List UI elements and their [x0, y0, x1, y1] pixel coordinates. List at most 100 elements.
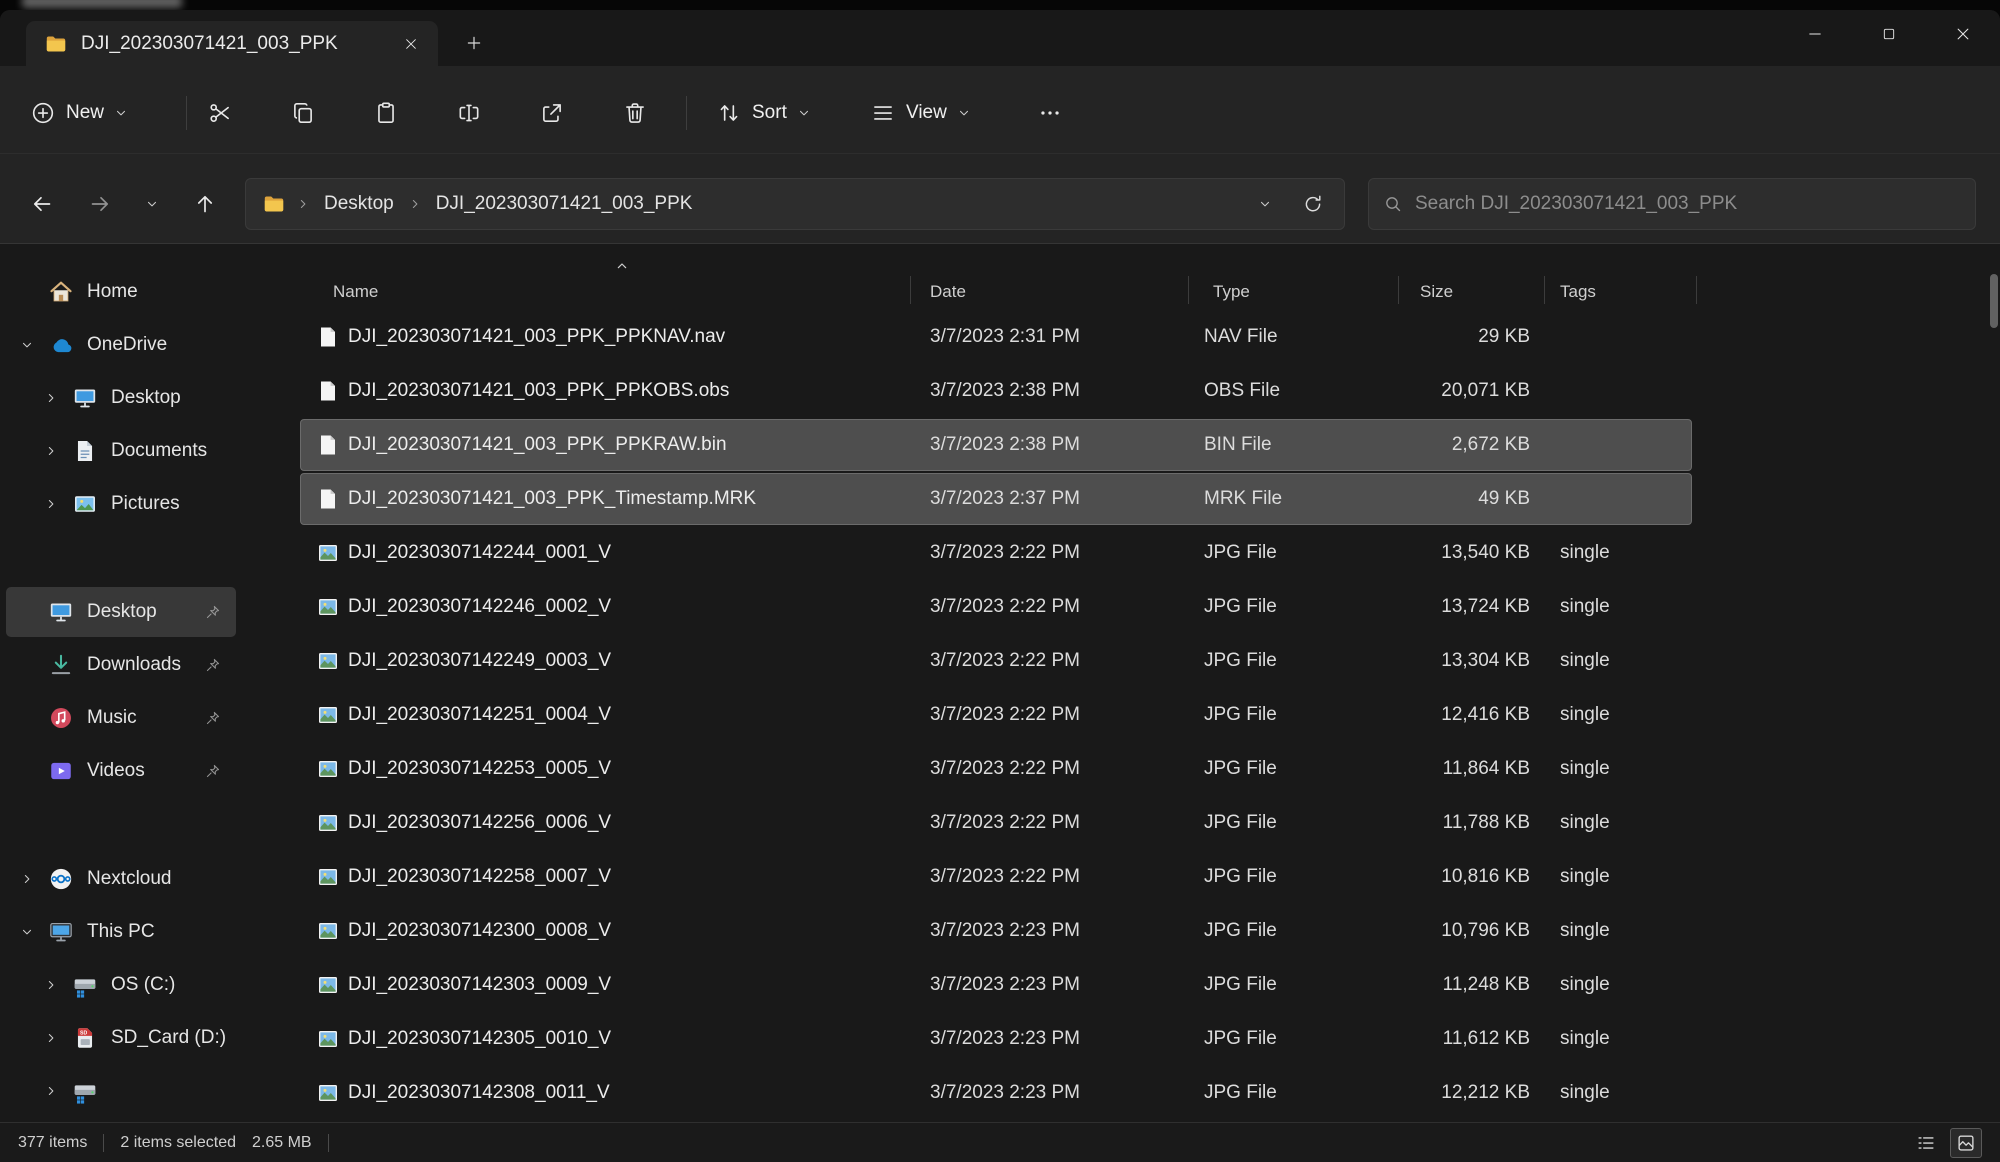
- expander: [44, 1084, 70, 1098]
- chevron-right-icon[interactable]: [44, 391, 58, 405]
- scrollbar-thumb[interactable]: [1990, 274, 1998, 328]
- image-file-icon: [316, 648, 340, 674]
- status-bar: 377 items 2 items selected 2.65 MB: [0, 1122, 2000, 1162]
- close-button[interactable]: [1926, 10, 2000, 58]
- file-date: 3/7/2023 2:23 PM: [930, 920, 1080, 942]
- forward-button[interactable]: [78, 182, 122, 226]
- new-button[interactable]: New: [28, 90, 130, 136]
- refresh-button[interactable]: [1302, 193, 1324, 215]
- maximize-icon: [1881, 26, 1897, 42]
- chevron-down-icon[interactable]: [20, 925, 34, 939]
- chevron-right-icon[interactable]: [20, 872, 34, 886]
- column-header-type[interactable]: Type: [1213, 282, 1250, 302]
- sidebar-item-pictures[interactable]: Pictures: [6, 479, 236, 529]
- file-row[interactable]: DJI_20230307142249_0003_V3/7/2023 2:22 P…: [242, 634, 2000, 688]
- breadcrumb-item[interactable]: Desktop: [318, 190, 400, 218]
- file-date: 3/7/2023 2:22 PM: [930, 542, 1080, 564]
- file-row[interactable]: DJI_20230307142256_0006_V3/7/2023 2:22 P…: [242, 796, 2000, 850]
- file-date: 3/7/2023 2:23 PM: [930, 974, 1080, 996]
- file-row[interactable]: DJI_20230307142246_0002_V3/7/2023 2:22 P…: [242, 580, 2000, 634]
- file-size: 13,304 KB: [1342, 650, 1530, 672]
- chevron-right-icon[interactable]: [44, 444, 58, 458]
- new-tab-button[interactable]: [458, 27, 490, 59]
- up-button[interactable]: [183, 182, 227, 226]
- sidebar-item-downloads[interactable]: Downloads: [6, 640, 236, 690]
- details-view-button[interactable]: [1910, 1128, 1942, 1158]
- file-row[interactable]: DJI_20230307142303_0009_V3/7/2023 2:23 P…: [242, 958, 2000, 1012]
- file-name: DJI_20230307142305_0010_V: [348, 1028, 611, 1050]
- file-row[interactable]: DJI_20230307142305_0010_V3/7/2023 2:23 P…: [242, 1012, 2000, 1066]
- file-type: JPG File: [1204, 1028, 1277, 1050]
- sidebar-item-sd-card-d[interactable]: SDSD_Card (D:): [6, 1013, 236, 1063]
- sidebar-item-desktop[interactable]: Desktop: [6, 587, 236, 637]
- search-input[interactable]: [1415, 193, 1961, 215]
- share-button[interactable]: [524, 86, 580, 140]
- delete-button[interactable]: [607, 86, 663, 140]
- copy-button[interactable]: [275, 86, 331, 140]
- breadcrumb-item[interactable]: DJI_202303071421_003_PPK: [430, 190, 699, 218]
- sidebar-item-nextcloud[interactable]: Nextcloud: [6, 854, 236, 904]
- sort-ascending-icon: [614, 258, 630, 274]
- more-options-button[interactable]: [1022, 86, 1078, 140]
- back-button[interactable]: [20, 182, 64, 226]
- maximize-button[interactable]: [1852, 10, 1926, 58]
- file-row[interactable]: DJI_20230307142308_0011_V3/7/2023 2:23 P…: [242, 1066, 2000, 1120]
- view-button[interactable]: View: [858, 90, 983, 136]
- column-header-size[interactable]: Size: [1420, 282, 1453, 302]
- sidebar-item-home[interactable]: Home: [6, 267, 236, 317]
- breadcrumb-chevron-icon: [408, 197, 422, 211]
- address-bar[interactable]: Desktop DJI_202303071421_003_PPK: [245, 178, 1345, 230]
- file-date: 3/7/2023 2:22 PM: [930, 758, 1080, 780]
- chevron-right-icon[interactable]: [44, 497, 58, 511]
- sidebar-item-onedrive[interactable]: OneDrive: [6, 320, 236, 370]
- rename-icon: [456, 100, 482, 126]
- file-row[interactable]: DJI_20230307142300_0008_V3/7/2023 2:23 P…: [242, 904, 2000, 958]
- address-dropdown-icon[interactable]: [1258, 197, 1272, 211]
- sidebar-item-desktop[interactable]: Desktop: [6, 373, 236, 423]
- file-row[interactable]: DJI_20230307142258_0007_V3/7/2023 2:22 P…: [242, 850, 2000, 904]
- sidebar-item-clipped[interactable]: [6, 1066, 236, 1116]
- chevron-down-icon: [114, 106, 128, 120]
- sidebar-item-os-c[interactable]: OS (C:): [6, 960, 236, 1010]
- sd-card-icon: SD: [72, 1025, 98, 1051]
- image-file-icon: [316, 1080, 340, 1106]
- explorer-tab[interactable]: DJI_202303071421_003_PPK: [26, 21, 438, 66]
- chevron-right-icon[interactable]: [44, 978, 58, 992]
- pin-icon: [204, 656, 222, 674]
- file-row[interactable]: DJI_202303071421_003_PPK_PPKOBS.obs3/7/2…: [242, 364, 2000, 418]
- cut-button[interactable]: [192, 86, 248, 140]
- large-icons-view-button[interactable]: [1950, 1128, 1982, 1158]
- file-date: 3/7/2023 2:37 PM: [930, 488, 1080, 510]
- file-row[interactable]: DJI_20230307142244_0001_V3/7/2023 2:22 P…: [242, 526, 2000, 580]
- rename-button[interactable]: [441, 86, 497, 140]
- sort-button[interactable]: Sort: [704, 90, 823, 136]
- sidebar-item-videos[interactable]: Videos: [6, 746, 236, 796]
- chevron-right-icon[interactable]: [44, 1084, 58, 1098]
- sidebar-item-documents[interactable]: Documents: [6, 426, 236, 476]
- folder-icon: [44, 32, 68, 56]
- sidebar-item-this-pc[interactable]: This PC: [6, 907, 236, 957]
- image-file-icon: [316, 810, 340, 836]
- paste-button[interactable]: [358, 86, 414, 140]
- tab-close-button[interactable]: [396, 29, 426, 59]
- recent-locations-button[interactable]: [130, 182, 174, 226]
- chevron-right-icon[interactable]: [44, 1031, 58, 1045]
- chevron-down-icon[interactable]: [20, 338, 34, 352]
- file-date: 3/7/2023 2:23 PM: [930, 1082, 1080, 1104]
- window-controls: [1778, 10, 2000, 58]
- sidebar-item-label: Downloads: [87, 654, 181, 676]
- file-row[interactable]: DJI_202303071421_003_PPK_PPKNAV.nav3/7/2…: [242, 310, 2000, 364]
- desktop-icon: [72, 385, 98, 411]
- column-header-name[interactable]: Name: [333, 282, 378, 302]
- column-header-tags[interactable]: Tags: [1560, 282, 1596, 302]
- sidebar-item-music[interactable]: Music: [6, 693, 236, 743]
- share-icon: [539, 100, 565, 126]
- file-row[interactable]: DJI_202303071421_003_PPK_PPKRAW.bin3/7/2…: [242, 418, 2000, 472]
- sidebar-item-label: Home: [87, 281, 138, 303]
- minimize-button[interactable]: [1778, 10, 1852, 58]
- column-header-date[interactable]: Date: [930, 282, 966, 302]
- file-row[interactable]: DJI_202303071421_003_PPK_Timestamp.MRK3/…: [242, 472, 2000, 526]
- file-row[interactable]: DJI_20230307142251_0004_V3/7/2023 2:22 P…: [242, 688, 2000, 742]
- file-row[interactable]: DJI_20230307142253_0005_V3/7/2023 2:22 P…: [242, 742, 2000, 796]
- delete-icon: [622, 100, 648, 126]
